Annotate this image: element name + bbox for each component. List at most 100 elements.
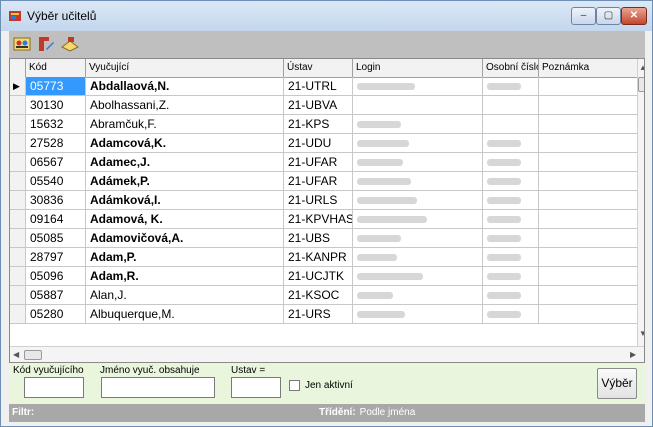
cell-login[interactable]	[353, 286, 483, 304]
cell-osobni-cislo[interactable]	[483, 286, 539, 304]
cell-osobni-cislo[interactable]	[483, 210, 539, 228]
row-indicator[interactable]	[10, 229, 26, 247]
cell-poznamka[interactable]	[539, 153, 637, 171]
cell-poznamka[interactable]	[539, 172, 637, 190]
row-indicator[interactable]	[10, 210, 26, 228]
teacher-edit-icon[interactable]	[36, 35, 56, 53]
cell-kod[interactable]: 05280	[26, 305, 86, 323]
minimize-button[interactable]: –	[571, 7, 596, 25]
cell-ustav[interactable]: 21-UCJTK	[284, 267, 353, 285]
cell-poznamka[interactable]	[539, 286, 637, 304]
cell-login[interactable]	[353, 134, 483, 152]
cell-poznamka[interactable]	[539, 210, 637, 228]
cell-ustav[interactable]: 21-KPVHAS	[284, 210, 353, 228]
cell-ustav[interactable]: 21-UTRL	[284, 77, 353, 95]
jen-aktivni-label[interactable]: Jen aktivní	[305, 380, 353, 391]
horizontal-scroll-thumb[interactable]	[24, 350, 42, 360]
table-row[interactable]: 28797 Adam,P. 21-KANPR	[10, 248, 637, 267]
table-row[interactable]: 09164 Adamová, K. 21-KPVHAS	[10, 210, 637, 229]
table-row[interactable]: 05096 Adam,R. 21-UCJTK	[10, 267, 637, 286]
teachers-filter-icon[interactable]	[12, 35, 32, 53]
cell-osobni-cislo[interactable]	[483, 153, 539, 171]
cell-login[interactable]	[353, 248, 483, 266]
cell-ustav[interactable]: 21-URLS	[284, 191, 353, 209]
cell-ustav[interactable]: 21-KSOC	[284, 286, 353, 304]
vyber-button[interactable]: Výběr	[597, 368, 637, 399]
cell-osobni-cislo[interactable]	[483, 115, 539, 133]
cell-login[interactable]	[353, 96, 483, 114]
cell-poznamka[interactable]	[539, 191, 637, 209]
cell-vyucujici[interactable]: Abramčuk,F.	[86, 115, 284, 133]
cell-kod[interactable]: 06567	[26, 153, 86, 171]
row-indicator[interactable]	[10, 305, 26, 323]
cell-poznamka[interactable]	[539, 134, 637, 152]
row-indicator[interactable]	[10, 115, 26, 133]
cell-login[interactable]	[353, 267, 483, 285]
cell-ustav[interactable]: 21-UBS	[284, 229, 353, 247]
cell-login[interactable]	[353, 77, 483, 95]
cell-poznamka[interactable]	[539, 229, 637, 247]
close-button[interactable]: ✕	[621, 7, 647, 25]
jmeno-input[interactable]	[101, 377, 215, 398]
scroll-up-icon[interactable]: ▲	[639, 63, 644, 72]
column-header-login[interactable]: Login	[353, 59, 483, 77]
cell-vyucujici[interactable]: Adam,P.	[86, 248, 284, 266]
cell-vyucujici[interactable]: Abolhassani,Z.	[86, 96, 284, 114]
cell-ustav[interactable]: 21-UDU	[284, 134, 353, 152]
cell-login[interactable]	[353, 191, 483, 209]
column-header-vyucujici[interactable]: Vyučující	[86, 59, 284, 77]
table-row[interactable]: 05280 Albuquerque,M. 21-URS	[10, 305, 637, 324]
scroll-right-icon[interactable]: ▶	[630, 350, 636, 359]
cell-vyucujici[interactable]: Adámková,I.	[86, 191, 284, 209]
cell-kod[interactable]: 09164	[26, 210, 86, 228]
cell-vyucujici[interactable]: Adam,R.	[86, 267, 284, 285]
cell-vyucujici[interactable]: Albuquerque,M.	[86, 305, 284, 323]
row-indicator[interactable]	[10, 172, 26, 190]
table-row[interactable]: 27528 Adamcová,K. 21-UDU	[10, 134, 637, 153]
table-row[interactable]: 06567 Adamec,J. 21-UFAR	[10, 153, 637, 172]
cell-kod[interactable]: 28797	[26, 248, 86, 266]
cell-poznamka[interactable]	[539, 96, 637, 114]
vertical-scroll-thumb[interactable]	[638, 77, 644, 92]
cell-login[interactable]	[353, 229, 483, 247]
teacher-export-icon[interactable]	[60, 35, 80, 53]
cell-login[interactable]	[353, 153, 483, 171]
cell-poznamka[interactable]	[539, 267, 637, 285]
vertical-scrollbar[interactable]: ▲ ▼	[637, 59, 644, 346]
row-indicator[interactable]: ▶	[10, 77, 26, 95]
cell-kod[interactable]: 27528	[26, 134, 86, 152]
scroll-down-icon[interactable]: ▼	[639, 329, 644, 338]
cell-ustav[interactable]: 21-URS	[284, 305, 353, 323]
row-indicator[interactable]	[10, 267, 26, 285]
cell-osobni-cislo[interactable]	[483, 248, 539, 266]
cell-vyucujici[interactable]: Adamová, K.	[86, 210, 284, 228]
column-header-ustav[interactable]: Ústav	[284, 59, 353, 77]
cell-vyucujici[interactable]: Abdallaová,N.	[86, 77, 284, 95]
column-header-poznamka[interactable]: Poznámka	[539, 59, 637, 77]
row-indicator[interactable]	[10, 286, 26, 304]
cell-kod[interactable]: 05085	[26, 229, 86, 247]
table-row[interactable]: 15632 Abramčuk,F. 21-KPS	[10, 115, 637, 134]
cell-vyucujici[interactable]: Adamec,J.	[86, 153, 284, 171]
cell-ustav[interactable]: 21-KPS	[284, 115, 353, 133]
kod-input[interactable]	[24, 377, 84, 398]
cell-kod[interactable]: 05096	[26, 267, 86, 285]
cell-vyucujici[interactable]: Adamovičová,A.	[86, 229, 284, 247]
cell-vyucujici[interactable]: Adámek,P.	[86, 172, 284, 190]
row-indicator[interactable]	[10, 191, 26, 209]
cell-ustav[interactable]: 21-KANPR	[284, 248, 353, 266]
cell-kod[interactable]: 05540	[26, 172, 86, 190]
row-indicator[interactable]	[10, 248, 26, 266]
cell-kod[interactable]: 05773	[26, 77, 86, 95]
cell-poznamka[interactable]	[539, 77, 637, 95]
row-indicator[interactable]	[10, 96, 26, 114]
cell-login[interactable]	[353, 172, 483, 190]
table-row[interactable]: 30130 Abolhassani,Z. 21-UBVA	[10, 96, 637, 115]
table-row[interactable]: 30836 Adámková,I. 21-URLS	[10, 191, 637, 210]
cell-ustav[interactable]: 21-UFAR	[284, 172, 353, 190]
cell-login[interactable]	[353, 305, 483, 323]
table-row[interactable]: 05887 Alan,J. 21-KSOC	[10, 286, 637, 305]
cell-ustav[interactable]: 21-UBVA	[284, 96, 353, 114]
cell-kod[interactable]: 30130	[26, 96, 86, 114]
cell-osobni-cislo[interactable]	[483, 172, 539, 190]
